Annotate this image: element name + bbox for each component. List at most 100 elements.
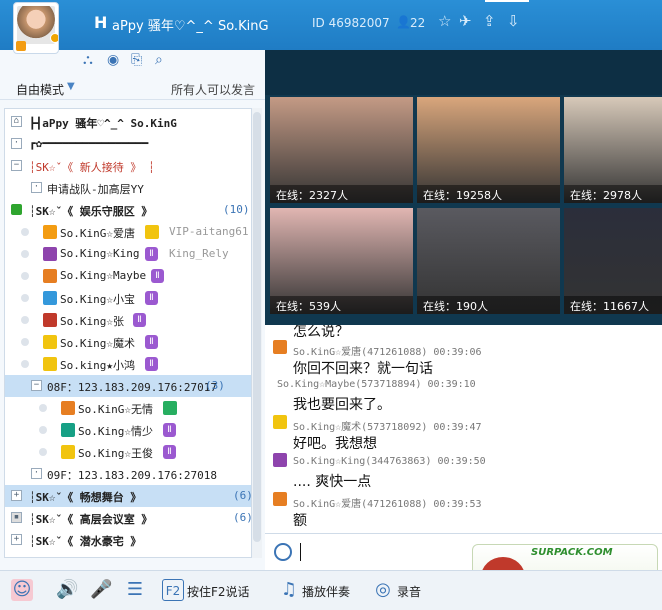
expand-icon[interactable]: · bbox=[31, 468, 42, 479]
tree-row[interactable]: So.KinG☆无情 bbox=[5, 397, 251, 419]
user-dot-icon bbox=[21, 338, 29, 346]
tree-row[interactable]: So.King☆王俊 Ⅱ bbox=[5, 441, 251, 463]
chat-message: 好吧。我想想 bbox=[293, 436, 377, 452]
tree-row[interactable]: So.King☆小宝 Ⅱ bbox=[5, 287, 251, 309]
chat-meta: So.KinG☆爱唐(471261088) 00:39:06 bbox=[293, 347, 482, 358]
user-dot-icon bbox=[21, 228, 29, 236]
export-icon[interactable]: ⎘ bbox=[131, 52, 147, 68]
online-count: 在线：2327人 bbox=[270, 185, 413, 203]
upload-icon[interactable]: ⇪ bbox=[483, 12, 496, 30]
chat-message: 你回不回来？就一句话 bbox=[293, 361, 433, 377]
video-tile[interactable]: 在线：2978人 bbox=[564, 97, 662, 203]
music-icon[interactable]: ♫ bbox=[278, 579, 300, 601]
chat-meta: So.King☆Maybe(573718894) 00:39:10 bbox=[277, 379, 476, 390]
user-avatar-icon[interactable]: ☺ bbox=[11, 579, 33, 601]
expand-icon[interactable]: + bbox=[11, 534, 22, 545]
emoji-icon[interactable] bbox=[274, 543, 292, 561]
diamond-icon bbox=[163, 401, 177, 415]
tree-row[interactable]: · ┏✿━━━━━━━━━━━━━━━━ bbox=[5, 133, 251, 155]
speaker-icon[interactable]: 🔊 bbox=[56, 579, 78, 601]
tree-row-label: ┆SK☆ˇ《 潜水豪宅 》 bbox=[29, 535, 142, 548]
tree-row-label: So.KinG☆爱唐 bbox=[60, 227, 135, 240]
tree-row[interactable]: − ┆SK☆ˇ《 新人接待 》 ┆ bbox=[5, 155, 251, 177]
expand-icon[interactable]: + bbox=[11, 490, 22, 501]
tree-row[interactable]: ⌂ ┣┫aPpy 骚年♡^_^ So.KinG bbox=[5, 111, 251, 133]
mode-row: 自由模式 ▼ 所有人可以发言 bbox=[0, 78, 265, 100]
lock-icon bbox=[11, 204, 22, 215]
tree-row-label: 09F：123.183.209.176:27018 bbox=[47, 469, 217, 482]
tree-row[interactable]: + ┆SK☆ˇ《 畅想舞台 》 (6) bbox=[5, 485, 251, 507]
search-icon[interactable]: ⌕ bbox=[155, 52, 171, 68]
crown-icon bbox=[145, 225, 159, 239]
download-icon[interactable]: ⇩ bbox=[507, 12, 520, 30]
gift-icon bbox=[43, 225, 57, 239]
f2-talk-button[interactable]: 按住F2说话 bbox=[187, 583, 250, 600]
gift-icon bbox=[43, 313, 57, 327]
gift-icon bbox=[273, 340, 287, 354]
video-tile[interactable]: 在线：539人 bbox=[270, 208, 413, 314]
tree-row[interactable]: · 09F：123.183.209.176:27018 bbox=[5, 463, 251, 485]
expand-icon[interactable]: · bbox=[11, 138, 22, 149]
tree-row[interactable]: So.King☆张 Ⅱ bbox=[5, 309, 251, 331]
location-icon[interactable]: ◉ bbox=[107, 52, 123, 68]
badge-icon: Ⅱ bbox=[145, 247, 158, 261]
record-icon[interactable]: ◎ bbox=[372, 579, 394, 601]
chat-message: 怎么说？ bbox=[293, 325, 349, 340]
gift-icon bbox=[61, 423, 75, 437]
tree-row[interactable]: So.King☆魔术 Ⅱ bbox=[5, 331, 251, 353]
collapse-icon[interactable]: − bbox=[11, 160, 22, 171]
badge-icon: Ⅱ bbox=[145, 357, 158, 371]
tree-row[interactable]: · 申请战队-加高层YY bbox=[5, 177, 251, 199]
user-signature: King_Rely bbox=[169, 247, 229, 260]
record-button[interactable]: 录音 bbox=[397, 583, 421, 600]
tree-row[interactable]: ┆SK☆ˇ《 娱乐守服区 》 (10) bbox=[5, 199, 251, 221]
channel-id: ID 46982007 bbox=[312, 16, 390, 30]
tree-row-label: So.King☆王俊 bbox=[78, 447, 153, 460]
watermark-text: SURPACK.COM bbox=[531, 547, 613, 558]
tree-row[interactable]: So.KinG☆爱唐 VIP-aitang61.. bbox=[5, 221, 251, 243]
video-tile[interactable]: 在线：19258人 bbox=[417, 97, 560, 203]
text-caret bbox=[300, 543, 301, 561]
tree-row-label: ┆SK☆ˇ《 高层会议室 》 bbox=[29, 513, 153, 526]
play-accompaniment-button[interactable]: 播放伴奏 bbox=[302, 583, 350, 600]
user-dot-icon bbox=[21, 294, 29, 302]
badge-icon: Ⅱ bbox=[151, 269, 164, 283]
tree-scrollbar[interactable] bbox=[252, 108, 262, 558]
bottom-bar: ☺ 🔊 🎤 ☰ F2 按住F2说话 ♫ 播放伴奏 ◎ 录音 bbox=[0, 570, 662, 610]
tree-row[interactable]: So.king★小鸿 Ⅱ bbox=[5, 353, 251, 375]
avatar[interactable] bbox=[13, 2, 59, 54]
microphone-icon[interactable]: 🎤 bbox=[90, 579, 112, 601]
tree-row[interactable]: So.King☆Maybe Ⅱ bbox=[5, 265, 251, 287]
tree-row-label: So.KinG☆无情 bbox=[78, 403, 153, 416]
home-icon[interactable]: ⌂ bbox=[11, 116, 22, 127]
equalizer-icon[interactable]: ☰ bbox=[124, 579, 146, 601]
scrollbar-thumb[interactable] bbox=[253, 112, 261, 542]
tree-row[interactable]: + ┆SK☆ˇ《 潜水豪宅 》 bbox=[5, 529, 251, 551]
gift-icon bbox=[273, 415, 287, 429]
chevron-down-icon[interactable]: ▼ bbox=[67, 81, 75, 92]
tree-row-label: ┣┫aPpy 骚年♡^_^ So.KinG bbox=[29, 117, 177, 130]
video-tile[interactable]: 在线：11667人 bbox=[564, 208, 662, 314]
chat-message: 额 bbox=[293, 513, 307, 529]
mode-selector[interactable]: 自由模式 bbox=[16, 81, 64, 98]
star-icon[interactable]: ☆ bbox=[438, 12, 451, 30]
f2-key-icon[interactable]: F2 bbox=[162, 579, 184, 601]
video-tile[interactable]: 在线：2327人 bbox=[270, 97, 413, 203]
tree-row[interactable]: So.King☆King Ⅱ King_Rely bbox=[5, 243, 251, 265]
tree-row-label: ┆SK☆ˇ《 畅想舞台 》 bbox=[29, 491, 142, 504]
member-count: (6) bbox=[233, 489, 251, 502]
tree-row-label: So.King☆情少 bbox=[78, 425, 153, 438]
collapse-icon[interactable]: − bbox=[31, 380, 42, 391]
tree-row-label: So.King☆Maybe bbox=[60, 269, 147, 282]
tree-row[interactable]: ▪ ┆SK☆ˇ《 高层会议室 》 (6) bbox=[5, 507, 251, 529]
tree-row[interactable]: − 08F：123.183.209.176:27017 (3) bbox=[5, 375, 251, 397]
chat-message: .... 爽快一点 bbox=[293, 474, 372, 490]
online-count: 在线：190人 bbox=[417, 296, 560, 314]
user-group-icon[interactable]: ⛬ bbox=[83, 52, 99, 68]
plane-icon[interactable]: ✈ bbox=[459, 12, 472, 30]
tree-row-label: So.King☆King bbox=[60, 247, 140, 260]
expand-icon[interactable]: · bbox=[31, 182, 42, 193]
video-tile[interactable]: 在线：190人 bbox=[417, 208, 560, 314]
chat-message: 我也要回来了。 bbox=[293, 397, 391, 413]
tree-row[interactable]: So.King☆情少 Ⅱ bbox=[5, 419, 251, 441]
